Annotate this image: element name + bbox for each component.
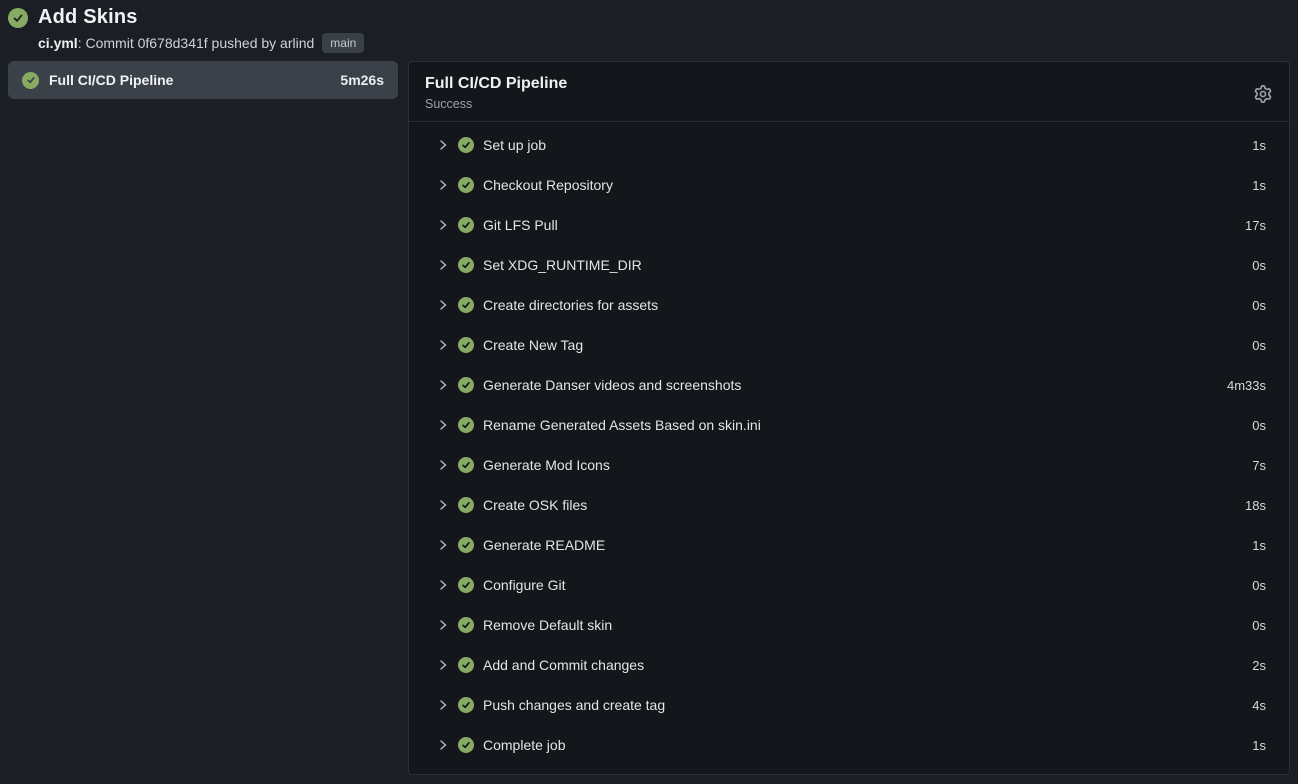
chevron-right-icon[interactable] — [437, 659, 449, 671]
jobs-sidebar: Full CI/CD Pipeline 5m26s — [8, 61, 398, 99]
step-duration: 2s — [1252, 658, 1266, 673]
step-name: Configure Git — [483, 577, 1243, 593]
branch-badge[interactable]: main — [322, 33, 364, 53]
step-row[interactable]: Create New Tag 0s — [409, 325, 1289, 365]
main-content: Full CI/CD Pipeline 5m26s Full CI/CD Pip… — [0, 53, 1298, 775]
step-row[interactable]: Add and Commit changes 2s — [409, 645, 1289, 685]
step-row[interactable]: Git LFS Pull 17s — [409, 205, 1289, 245]
run-title: Add Skins — [38, 6, 138, 29]
step-row[interactable]: Set up job 1s — [409, 125, 1289, 165]
step-row[interactable]: Checkout Repository 1s — [409, 165, 1289, 205]
step-status-check-circle-icon — [458, 217, 474, 233]
chevron-right-icon[interactable] — [437, 739, 449, 751]
chevron-right-icon[interactable] — [437, 259, 449, 271]
step-row[interactable]: Rename Generated Assets Based on skin.in… — [409, 405, 1289, 445]
step-status-check-circle-icon — [458, 297, 474, 313]
step-status-check-circle-icon — [458, 257, 474, 273]
step-row[interactable]: Configure Git 0s — [409, 565, 1289, 605]
step-name: Create New Tag — [483, 337, 1243, 353]
panel-job-title: Full CI/CD Pipeline — [425, 75, 1273, 93]
step-status-check-circle-icon — [458, 137, 474, 153]
step-status-check-circle-icon — [458, 377, 474, 393]
chevron-right-icon[interactable] — [437, 539, 449, 551]
step-name: Set XDG_RUNTIME_DIR — [483, 257, 1243, 273]
step-name: Push changes and create tag — [483, 697, 1243, 713]
step-duration: 0s — [1252, 418, 1266, 433]
step-duration: 0s — [1252, 338, 1266, 353]
steps-list: Set up job 1s Checkout Repository 1s G — [409, 122, 1289, 765]
step-status-check-circle-icon — [458, 457, 474, 473]
chevron-right-icon[interactable] — [437, 379, 449, 391]
chevron-right-icon[interactable] — [437, 139, 449, 151]
step-duration: 7s — [1252, 458, 1266, 473]
step-row[interactable]: Push changes and create tag 4s — [409, 685, 1289, 725]
step-row[interactable]: Set XDG_RUNTIME_DIR 0s — [409, 245, 1289, 285]
chevron-right-icon[interactable] — [437, 419, 449, 431]
run-subtitle: ci.yml: Commit 0f678d341f pushed by arli… — [38, 33, 1290, 53]
step-duration: 0s — [1252, 618, 1266, 633]
step-duration: 18s — [1245, 498, 1266, 513]
step-name: Create OSK files — [483, 497, 1236, 513]
panel-header: Full CI/CD Pipeline Success — [409, 62, 1289, 122]
run-status-check-circle-icon — [8, 8, 28, 28]
step-name: Rename Generated Assets Based on skin.in… — [483, 417, 1243, 433]
step-duration: 0s — [1252, 298, 1266, 313]
chevron-right-icon[interactable] — [437, 459, 449, 471]
step-row[interactable]: Create directories for assets 0s — [409, 285, 1289, 325]
step-status-check-circle-icon — [458, 617, 474, 633]
step-status-check-circle-icon — [458, 537, 474, 553]
step-row[interactable]: Remove Default skin 0s — [409, 605, 1289, 645]
step-status-check-circle-icon — [458, 497, 474, 513]
step-duration: 0s — [1252, 578, 1266, 593]
step-row[interactable]: Create OSK files 18s — [409, 485, 1289, 525]
step-duration: 17s — [1245, 218, 1266, 233]
step-name: Set up job — [483, 137, 1243, 153]
chevron-right-icon[interactable] — [437, 219, 449, 231]
step-duration: 1s — [1252, 178, 1266, 193]
step-name: Generate README — [483, 537, 1243, 553]
step-row[interactable]: Complete job 1s — [409, 725, 1289, 765]
gear-icon[interactable] — [1251, 82, 1275, 106]
step-name: Complete job — [483, 737, 1243, 753]
job-status-check-circle-icon — [22, 72, 39, 89]
step-duration: 4m33s — [1227, 378, 1266, 393]
chevron-right-icon[interactable] — [437, 499, 449, 511]
step-name: Generate Danser videos and screenshots — [483, 377, 1218, 393]
step-status-check-circle-icon — [458, 577, 474, 593]
panel-job-status: Success — [425, 97, 1273, 111]
step-name: Git LFS Pull — [483, 217, 1236, 233]
chevron-right-icon[interactable] — [437, 179, 449, 191]
job-duration: 5m26s — [340, 72, 384, 88]
step-status-check-circle-icon — [458, 337, 474, 353]
chevron-right-icon[interactable] — [437, 579, 449, 591]
step-name: Checkout Repository — [483, 177, 1243, 193]
step-duration: 1s — [1252, 538, 1266, 553]
step-status-check-circle-icon — [458, 657, 474, 673]
chevron-right-icon[interactable] — [437, 339, 449, 351]
step-name: Create directories for assets — [483, 297, 1243, 313]
job-detail-panel: Full CI/CD Pipeline Success Set up job 1… — [408, 61, 1290, 775]
job-name: Full CI/CD Pipeline — [49, 72, 330, 88]
step-name: Remove Default skin — [483, 617, 1243, 633]
step-duration: 4s — [1252, 698, 1266, 713]
step-row[interactable]: Generate Mod Icons 7s — [409, 445, 1289, 485]
workflow-file-name: ci.yml — [38, 35, 78, 51]
chevron-right-icon[interactable] — [437, 299, 449, 311]
chevron-right-icon[interactable] — [437, 619, 449, 631]
step-status-check-circle-icon — [458, 177, 474, 193]
step-duration: 1s — [1252, 138, 1266, 153]
step-name: Generate Mod Icons — [483, 457, 1243, 473]
step-name: Add and Commit changes — [483, 657, 1243, 673]
step-status-check-circle-icon — [458, 697, 474, 713]
sidebar-job-full-ci-cd-pipeline[interactable]: Full CI/CD Pipeline 5m26s — [8, 61, 398, 99]
step-row[interactable]: Generate README 1s — [409, 525, 1289, 565]
step-duration: 1s — [1252, 738, 1266, 753]
step-status-check-circle-icon — [458, 737, 474, 753]
run-header: Add Skins ci.yml: Commit 0f678d341f push… — [0, 0, 1298, 53]
chevron-right-icon[interactable] — [437, 699, 449, 711]
step-duration: 0s — [1252, 258, 1266, 273]
step-row[interactable]: Generate Danser videos and screenshots 4… — [409, 365, 1289, 405]
step-status-check-circle-icon — [458, 417, 474, 433]
commit-message: ci.yml: Commit 0f678d341f pushed by arli… — [38, 35, 314, 51]
